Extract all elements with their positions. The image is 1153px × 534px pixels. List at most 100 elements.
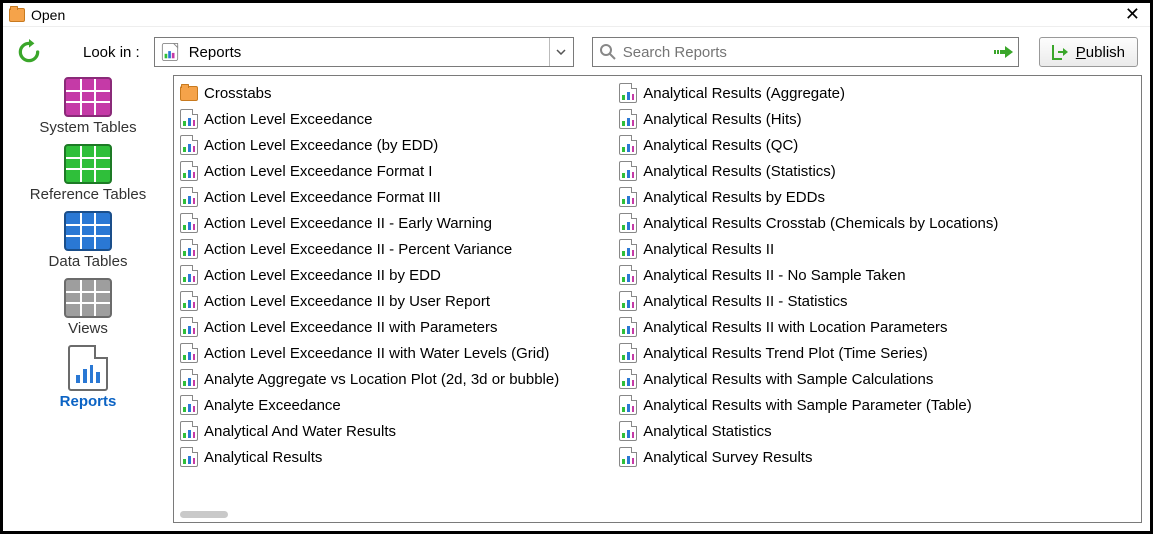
report-icon (619, 369, 637, 389)
report-icon (180, 447, 198, 467)
item-name: Analyte Aggregate vs Location Plot (2d, … (204, 371, 559, 388)
file-column-2: Analytical Results (Aggregate) Analytical… (619, 80, 998, 518)
report-icon (180, 213, 198, 233)
report-icon (619, 291, 637, 311)
report-icon (619, 447, 637, 467)
item-name: Action Level Exceedance (by EDD) (204, 137, 438, 154)
publish-label: PPublishublish (1076, 44, 1125, 61)
report-item[interactable]: Analytical Results II - No Sample Taken (619, 262, 998, 288)
report-item[interactable]: Action Level Exceedance (180, 106, 559, 132)
item-name: Analytical Results (Aggregate) (643, 85, 845, 102)
open-dialog: Open ✕ Look in : Reports (0, 0, 1153, 534)
item-name: Analytical Results by EDDs (643, 189, 825, 206)
report-item[interactable]: Action Level Exceedance II - Early Warni… (180, 210, 559, 236)
refresh-button[interactable] (15, 38, 43, 66)
report-icon (619, 239, 637, 259)
report-item[interactable]: Analytical And Water Results (180, 418, 559, 444)
item-name: Analytical Results (204, 449, 322, 466)
sidebar-item-label: Reference Tables (30, 186, 146, 203)
look-in-label: Look in : (83, 44, 140, 61)
report-item[interactable]: Action Level Exceedance II with Water Le… (180, 340, 559, 366)
item-name: Analytical Results with Sample Calculati… (643, 371, 933, 388)
report-item[interactable]: Analytical Results II - Statistics (619, 288, 998, 314)
report-item[interactable]: Action Level Exceedance Format III (180, 184, 559, 210)
publish-icon (1052, 44, 1070, 60)
report-item[interactable]: Action Level Exceedance II by EDD (180, 262, 559, 288)
search-input[interactable] (623, 44, 990, 61)
report-item[interactable]: Analytical Results II (619, 236, 998, 262)
report-item[interactable]: Analytical Results (QC) (619, 132, 998, 158)
combo-arrow[interactable] (549, 38, 573, 66)
item-name: Action Level Exceedance (204, 111, 372, 128)
table-icon (64, 278, 112, 318)
horizontal-scrollbar[interactable] (180, 511, 228, 518)
report-item[interactable]: Analytical Results with Sample Calculati… (619, 366, 998, 392)
sidebar-item-label: Views (68, 320, 108, 337)
sidebar-item-label: Data Tables (49, 253, 128, 270)
report-icon (180, 421, 198, 441)
report-item[interactable]: Action Level Exceedance Format I (180, 158, 559, 184)
report-icon (180, 343, 198, 363)
folder-icon (9, 8, 25, 22)
item-name: Analytical Statistics (643, 423, 771, 440)
report-item[interactable]: Analytical Results (Statistics) (619, 158, 998, 184)
report-item[interactable]: Analytical Results by EDDs (619, 184, 998, 210)
sidebar: System Tables Reference Tables Data Tables… (3, 75, 173, 531)
report-item[interactable]: Action Level Exceedance II - Percent Var… (180, 236, 559, 262)
report-icon (619, 187, 637, 207)
report-item[interactable]: Analytical Results (180, 444, 559, 470)
item-name: Action Level Exceedance Format I (204, 163, 432, 180)
report-item[interactable]: Analytical Results (Hits) (619, 106, 998, 132)
report-item[interactable]: Analytical Results Trend Plot (Time Seri… (619, 340, 998, 366)
folder-item[interactable]: Crosstabs (180, 80, 559, 106)
report-icon (180, 161, 198, 181)
close-button[interactable]: ✕ (1121, 4, 1144, 25)
report-item[interactable]: Action Level Exceedance II by User Repor… (180, 288, 559, 314)
report-item[interactable]: Analytical Results (Aggregate) (619, 80, 998, 106)
publish-button[interactable]: PPublishublish (1039, 37, 1138, 67)
report-icon (619, 317, 637, 337)
report-icon (180, 109, 198, 129)
item-name: Action Level Exceedance II by EDD (204, 267, 441, 284)
item-name: Action Level Exceedance Format III (204, 189, 441, 206)
item-name: Analytical Survey Results (643, 449, 812, 466)
search-box[interactable] (592, 37, 1019, 67)
refresh-icon (16, 39, 42, 65)
report-icon (180, 291, 198, 311)
item-name: Action Level Exceedance II with Paramete… (204, 319, 497, 336)
search-icon (599, 43, 617, 61)
sidebar-item-reports[interactable]: Reports (60, 345, 117, 410)
report-item[interactable]: Analytical Results with Sample Parameter… (619, 392, 998, 418)
report-icon (180, 135, 198, 155)
item-name: Analytical Results II - Statistics (643, 293, 847, 310)
report-icon (619, 135, 637, 155)
item-name: Analytical Results (Hits) (643, 111, 801, 128)
toolbar: Look in : Reports (3, 27, 1150, 75)
report-item[interactable]: Analytical Results II with Location Para… (619, 314, 998, 340)
item-name: Analytical And Water Results (204, 423, 396, 440)
report-item[interactable]: Analytical Statistics (619, 418, 998, 444)
folder-icon (180, 86, 198, 101)
sidebar-item-views[interactable]: Views (64, 278, 112, 337)
item-name: Crosstabs (204, 85, 272, 102)
sidebar-item-data-tables[interactable]: Data Tables (49, 211, 128, 270)
report-item[interactable]: Analytical Survey Results (619, 444, 998, 470)
table-icon (64, 77, 112, 117)
report-icon (619, 421, 637, 441)
look-in-combo[interactable]: Reports (154, 37, 574, 67)
search-go-button[interactable] (990, 45, 1018, 59)
file-pane[interactable]: Crosstabs Action Level Exceedance Action L… (173, 75, 1142, 523)
item-name: Analytical Results II (643, 241, 774, 258)
report-item[interactable]: Analyte Aggregate vs Location Plot (2d, … (180, 366, 559, 392)
report-icon (619, 265, 637, 285)
item-name: Analytical Results II with Location Para… (643, 319, 947, 336)
report-item[interactable]: Analytical Results Crosstab (Chemicals b… (619, 210, 998, 236)
sidebar-item-system-tables[interactable]: System Tables (39, 77, 136, 136)
report-icon (180, 317, 198, 337)
sidebar-item-label: Reports (60, 393, 117, 410)
sidebar-item-reference-tables[interactable]: Reference Tables (30, 144, 146, 203)
report-item[interactable]: Analyte Exceedance (180, 392, 559, 418)
report-item[interactable]: Action Level Exceedance II with Paramete… (180, 314, 559, 340)
report-item[interactable]: Action Level Exceedance (by EDD) (180, 132, 559, 158)
report-icon (180, 395, 198, 415)
